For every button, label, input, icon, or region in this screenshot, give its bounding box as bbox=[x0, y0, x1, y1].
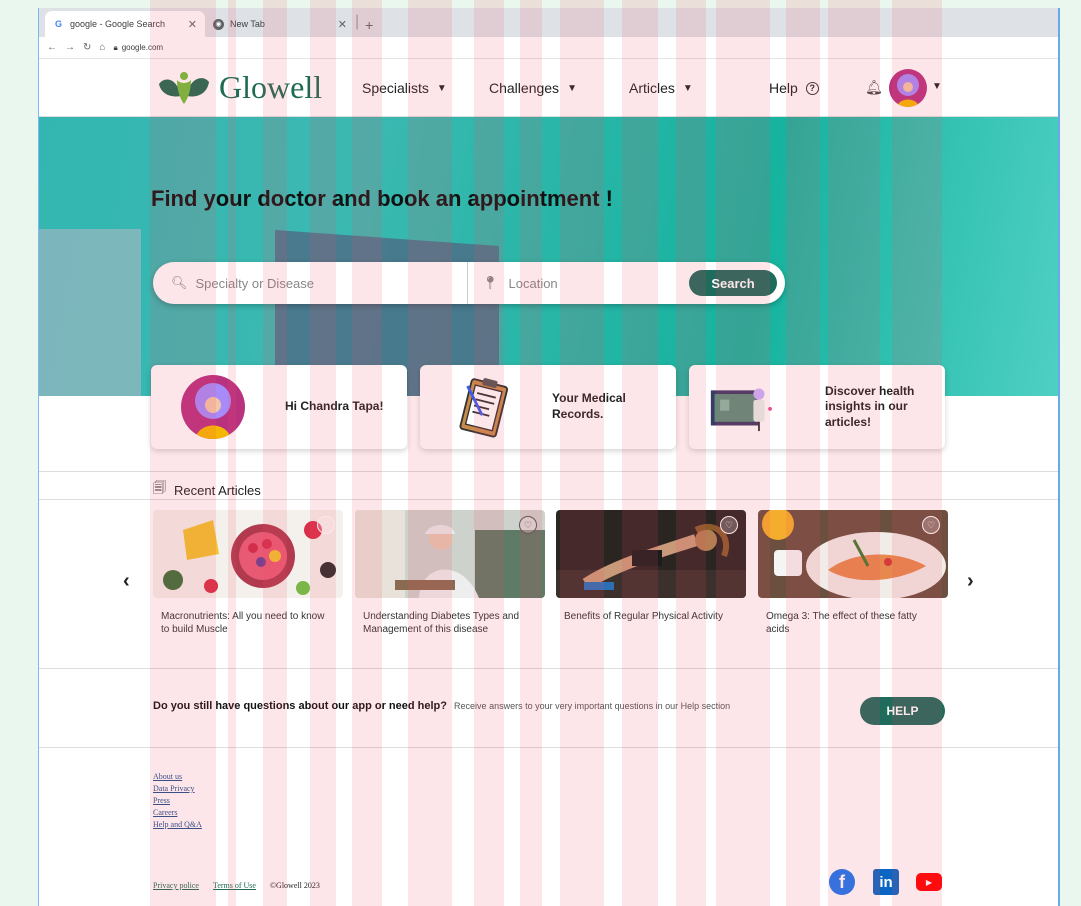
help-section: Do you still have questions about our ap… bbox=[39, 668, 1058, 748]
nav-label: Articles bbox=[629, 80, 675, 96]
footer-link-press[interactable]: Press bbox=[153, 796, 202, 805]
search-placeholder: Specialty or Disease bbox=[195, 275, 315, 291]
location-placeholder: Location bbox=[508, 275, 558, 291]
avatar bbox=[181, 375, 245, 439]
hero-title: Find your doctor and book an appointment… bbox=[151, 186, 613, 211]
article-card[interactable]: ♡ Benefits of Regular Physical Activity bbox=[556, 510, 746, 658]
facebook-icon[interactable]: f bbox=[829, 869, 855, 895]
new-tab-icon: ◉ bbox=[213, 18, 224, 30]
home-icon[interactable]: ⌂ bbox=[99, 42, 105, 53]
youtube-icon[interactable]: ▶ bbox=[916, 873, 942, 891]
search-button[interactable]: Search bbox=[689, 270, 777, 296]
medical-records-card[interactable]: Your Medical Records. bbox=[420, 365, 676, 449]
footer: About us Data Privacy Press Careers Help… bbox=[39, 748, 1058, 906]
search-bar: 🔍︎ Specialty or Disease 📍︎ Location Sear… bbox=[153, 262, 785, 304]
new-tab-button[interactable]: + bbox=[359, 17, 379, 37]
close-tab-icon[interactable]: ✕ bbox=[338, 18, 347, 31]
heart-icon[interactable]: ♡ bbox=[922, 516, 940, 534]
article-title: Benefits of Regular Physical Activity bbox=[564, 611, 723, 622]
footer-link-careers[interactable]: Careers bbox=[153, 808, 202, 817]
article-image-fruit-bowl: ♡ bbox=[153, 510, 343, 598]
question-circle-icon: ? bbox=[805, 81, 819, 95]
carousel-prev-button[interactable]: ‹ bbox=[123, 570, 130, 593]
close-tab-icon[interactable]: ✕ bbox=[188, 18, 197, 31]
address-bar: ← → ↻ ⌂ 🔒︎ google.com bbox=[39, 37, 1058, 59]
user-avatar-illustration bbox=[897, 74, 919, 107]
google-icon: G bbox=[54, 19, 62, 29]
reload-icon[interactable]: ↻ bbox=[83, 42, 91, 53]
article-card[interactable]: ♡ Omega 3: The effect of these fatty aci… bbox=[758, 510, 948, 658]
article-title: Understanding Diabetes Types and Managem… bbox=[363, 611, 520, 635]
location-pin-icon: 📍︎ bbox=[482, 275, 499, 290]
footer-link-help[interactable]: Help and Q&A bbox=[153, 820, 202, 829]
privacy-policy-link[interactable]: Privacy police bbox=[153, 881, 199, 890]
recent-articles-header: 🗐︎ Recent Articles bbox=[39, 471, 1058, 500]
footer-link-about[interactable]: About us bbox=[153, 772, 202, 781]
heart-icon[interactable]: ♡ bbox=[720, 516, 738, 534]
greeting-card[interactable]: Hi Chandra Tapa! bbox=[151, 365, 407, 449]
site-header: Glowell Specialists ▼ Challenges ▼ Artic… bbox=[39, 59, 1058, 117]
greeting-text: Hi Chandra Tapa! bbox=[285, 399, 384, 414]
glowell-logo[interactable]: Glowell bbox=[155, 69, 322, 106]
nav-challenges[interactable]: Challenges ▼ bbox=[489, 80, 577, 96]
heart-icon[interactable]: ♡ bbox=[317, 516, 335, 534]
browser-tab-new[interactable]: ◉ New Tab ✕ bbox=[205, 11, 355, 37]
url-text: google.com bbox=[121, 43, 164, 52]
nav-label: Help bbox=[769, 80, 798, 96]
help-question: Do you still have questions about our ap… bbox=[153, 700, 447, 712]
article-image-salmon-plate: ♡ bbox=[758, 510, 948, 598]
nav-specialists[interactable]: Specialists ▼ bbox=[362, 80, 447, 96]
url-field[interactable]: 🔒︎ google.com bbox=[113, 43, 163, 53]
bell-icon[interactable]: 🔔︎ bbox=[865, 79, 883, 96]
specialty-search-input[interactable]: 🔍︎ Specialty or Disease bbox=[153, 262, 468, 304]
search-icon: 🔍︎ bbox=[171, 275, 188, 290]
legal-links: Privacy police Terms of Use ©Glowell 202… bbox=[153, 881, 320, 890]
health-insights-card[interactable]: Discover health insights in our articles… bbox=[689, 365, 945, 449]
back-icon[interactable]: ← bbox=[47, 42, 57, 53]
article-card[interactable]: ♡ Macronutrients: All you need to know t… bbox=[153, 510, 343, 658]
forward-icon[interactable]: → bbox=[65, 42, 75, 53]
article-icon: 🗐︎ bbox=[153, 480, 166, 495]
nav-label: Specialists bbox=[362, 80, 429, 96]
browser-tab-google[interactable]: G google - Google Search ✕ bbox=[45, 11, 205, 37]
section-title: Recent Articles bbox=[174, 482, 261, 498]
article-image-workout: ♡ bbox=[556, 510, 746, 598]
chevron-down-icon: ▼ bbox=[682, 82, 693, 94]
articles-carousel: ♡ Macronutrients: All you need to know t… bbox=[39, 500, 1058, 668]
article-image-elderly-man: ♡ bbox=[355, 510, 545, 598]
chevron-down-icon: ▼ bbox=[567, 82, 577, 94]
lock-icon: 🔒︎ bbox=[113, 42, 118, 52]
presentation-board-icon bbox=[710, 388, 772, 432]
article-title: Omega 3: The effect of these fatty acids bbox=[766, 611, 917, 635]
browser-tabstrip: G google - Google Search ✕ ◉ New Tab ✕ |… bbox=[39, 8, 1058, 37]
terms-link[interactable]: Terms of Use bbox=[213, 881, 256, 890]
chevron-down-icon: ▼ bbox=[436, 82, 447, 94]
tab-title: New Tab bbox=[230, 19, 265, 29]
avatar[interactable] bbox=[889, 69, 927, 107]
hero-banner bbox=[39, 117, 1058, 396]
footer-link-privacy[interactable]: Data Privacy bbox=[153, 784, 202, 793]
help-subtext: Receive answers to your very important q… bbox=[454, 701, 731, 711]
medical-records-text: Your Medical Records. bbox=[552, 391, 626, 421]
article-title: Macronutrients: All you need to know to … bbox=[161, 611, 325, 635]
nav-help[interactable]: Help ? bbox=[769, 80, 819, 96]
nav-label: Challenges bbox=[489, 80, 560, 96]
linkedin-icon[interactable]: in bbox=[873, 869, 899, 895]
nav-articles[interactable]: Articles ▼ bbox=[629, 80, 693, 96]
help-button[interactable]: HELP bbox=[860, 697, 945, 725]
tab-title: google - Google Search bbox=[70, 19, 166, 29]
logo-text: Glowell bbox=[219, 69, 323, 105]
footer-links: About us Data Privacy Press Careers Help… bbox=[153, 772, 202, 829]
copyright: ©Glowell 2023 bbox=[269, 881, 320, 890]
browser-window: G google - Google Search ✕ ◉ New Tab ✕ |… bbox=[38, 8, 1060, 906]
carousel-next-button[interactable]: › bbox=[967, 570, 974, 593]
article-card[interactable]: ♡ Understanding Diabetes Types and Manag… bbox=[355, 510, 545, 658]
chevron-down-icon[interactable]: ▼ bbox=[932, 81, 942, 92]
hero-background-shape bbox=[39, 229, 141, 396]
clipboard-icon bbox=[459, 378, 509, 438]
heart-icon[interactable]: ♡ bbox=[519, 516, 537, 534]
health-insights-text: Discover health insights in our articles… bbox=[825, 383, 915, 429]
leaf-logo-icon bbox=[159, 71, 209, 104]
